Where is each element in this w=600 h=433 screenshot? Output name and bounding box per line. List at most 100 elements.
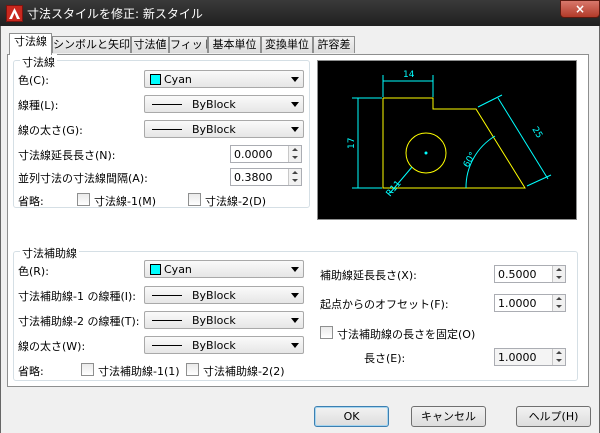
tab-primary-units[interactable]: 基本単位 (208, 36, 261, 53)
preview-dim-slant: 25 (529, 125, 544, 140)
ext-lineweight-label: 線の太さ(W): (18, 340, 86, 353)
dialog-body: 寸法線 シンボルと矢印 寸法値 フィット 基本単位 変換単位 許容差 寸法線 色… (0, 26, 600, 433)
offset-from-origin-label: 起点からのオフセット(F): (320, 298, 449, 311)
line-sample-icon (152, 295, 182, 296)
fixed-length-label: 長さ(E): (364, 352, 406, 365)
ext-suppress-label: 省略: (18, 365, 44, 378)
dim-lineweight-dropdown[interactable]: ByBlock (144, 120, 304, 138)
dropdown-arrow-icon (291, 267, 299, 272)
tab-tolerances[interactable]: 許容差 (313, 36, 355, 53)
fixed-length-value: 1.0000 (498, 351, 537, 364)
baseline-spacing-label: 並列寸法の寸法線間隔(A): (18, 172, 148, 185)
dim-lineweight-label: 線の太さ(G): (18, 124, 83, 137)
tab-dimension-lines[interactable]: 寸法線 (9, 33, 52, 55)
spin-up-icon[interactable] (288, 169, 301, 177)
ext-linetype1-value: ByBlock (192, 289, 236, 302)
extend-beyond-ticks-label: 寸法線延長長さ(N): (18, 149, 116, 162)
dim-color-label: 色(C): (18, 74, 49, 87)
spin-down-icon[interactable] (552, 274, 565, 282)
ext-linetype2-value: ByBlock (192, 314, 236, 327)
ext-linetype1-dropdown[interactable]: ByBlock (144, 286, 304, 304)
title-bar: 寸法スタイルを修正: 新スタイル × (0, 0, 600, 26)
suppress-ext-line-2-label[interactable]: 寸法補助線-2(2) (203, 363, 285, 379)
spin-up-icon[interactable] (552, 295, 565, 303)
line-sample-icon (152, 320, 182, 321)
extend-beyond-dim-lines-label: 補助線延長長さ(X): (320, 269, 417, 282)
spin-down-icon[interactable] (552, 357, 565, 365)
offset-from-origin-spinner[interactable]: 1.0000 (494, 294, 566, 312)
suppress-ext-line-1-checkbox[interactable] (81, 363, 94, 376)
preview-geometry (382, 97, 526, 189)
preview-dim-top: 14 (403, 70, 415, 80)
spin-down-icon[interactable] (288, 154, 301, 162)
suppress-dim-line-2-checkbox[interactable] (188, 193, 201, 206)
baseline-spacing-spinner[interactable]: 0.3800 (230, 168, 302, 186)
dropdown-arrow-icon (291, 318, 299, 323)
spin-up-icon[interactable] (552, 349, 565, 357)
preview-dim-left: 17 (347, 138, 357, 149)
group-title-dimension-lines: 寸法線 (20, 54, 57, 70)
line-sample-icon (152, 345, 182, 346)
extend-beyond-ticks-spinner[interactable]: 0.0000 (230, 145, 302, 163)
line-sample-icon (152, 104, 182, 105)
ext-linetype2-dropdown[interactable]: ByBlock (144, 311, 304, 329)
ext-color-value: Cyan (164, 263, 192, 276)
dropdown-arrow-icon (291, 77, 299, 82)
ext-linetype1-label: 寸法補助線-1 の線種(I): (18, 290, 136, 303)
dropdown-arrow-icon (291, 293, 299, 298)
cyan-swatch-icon (150, 264, 161, 275)
extend-beyond-dim-lines-value: 0.5000 (498, 268, 537, 281)
suppress-dim-line-1-checkbox[interactable] (77, 193, 90, 206)
window-title: 寸法スタイルを修正: 新スタイル (27, 7, 203, 21)
suppress-dim-line-2-label[interactable]: 寸法線-2(D) (205, 193, 266, 209)
spin-down-icon[interactable] (288, 177, 301, 185)
cancel-button[interactable]: キャンセル (411, 406, 486, 427)
close-button[interactable]: × (560, 0, 600, 18)
suppress-ext-line-2-checkbox[interactable] (186, 363, 199, 376)
tab-text[interactable]: 寸法値 (131, 36, 169, 53)
tab-alternate-units[interactable]: 変換単位 (261, 36, 313, 53)
spin-down-icon[interactable] (552, 303, 565, 311)
dimension-lines-group: 寸法線 色(C): Cyan 線種(L): ByBlock 線の太さ(G): B… (13, 54, 310, 209)
dim-color-dropdown[interactable]: Cyan (144, 70, 304, 88)
ext-color-label: 色(R): (18, 265, 49, 278)
dropdown-arrow-icon (291, 343, 299, 348)
cyan-swatch-icon (150, 74, 161, 85)
offset-from-origin-value: 1.0000 (498, 297, 537, 310)
suppress-dim-line-1-label[interactable]: 寸法線-1(M) (94, 193, 156, 209)
fixed-length-ext-lines-checkbox[interactable] (320, 326, 333, 339)
ext-lineweight-dropdown[interactable]: ByBlock (144, 336, 304, 354)
spin-up-icon[interactable] (288, 146, 301, 154)
line-sample-icon (152, 129, 182, 130)
preview-dim-radius: R11 (385, 179, 404, 199)
baseline-spacing-value: 0.3800 (234, 171, 273, 184)
dimension-style-preview: 14 17 25 60° R11 (317, 60, 577, 220)
ext-linetype2-label: 寸法補助線-2 の線種(T): (18, 315, 140, 328)
tab-symbols-arrows[interactable]: シンボルと矢印 (52, 36, 131, 53)
dim-lineweight-value: ByBlock (192, 123, 236, 136)
tab-panel: 寸法線 色(C): Cyan 線種(L): ByBlock 線の太さ(G): B… (7, 54, 589, 387)
dropdown-arrow-icon (291, 127, 299, 132)
dim-linetype-value: ByBlock (192, 98, 236, 111)
dropdown-arrow-icon (291, 102, 299, 107)
extend-beyond-ticks-value: 0.0000 (234, 148, 273, 161)
ok-button[interactable]: OK (314, 406, 389, 427)
preview-drawing: 14 17 25 60° R11 (347, 70, 552, 199)
dim-linetype-label: 線種(L): (18, 99, 59, 112)
suppress-ext-line-1-label[interactable]: 寸法補助線-1(1) (98, 363, 180, 379)
spin-up-icon[interactable] (552, 266, 565, 274)
dim-color-value: Cyan (164, 73, 192, 86)
fixed-length-spinner[interactable]: 1.0000 (494, 348, 566, 366)
ext-lineweight-value: ByBlock (192, 339, 236, 352)
dim-linetype-dropdown[interactable]: ByBlock (144, 95, 304, 113)
autocad-logo-icon (6, 5, 23, 22)
group-title-extension-lines: 寸法補助線 (20, 245, 79, 261)
extend-beyond-dim-lines-spinner[interactable]: 0.5000 (494, 265, 566, 283)
fixed-length-ext-lines-label[interactable]: 寸法補助線の長さを固定(O) (337, 326, 475, 342)
ext-color-dropdown[interactable]: Cyan (144, 260, 304, 278)
help-button[interactable]: ヘルプ(H) (516, 406, 591, 427)
extension-lines-group: 寸法補助線 色(R): Cyan 寸法補助線-1 の線種(I): ByBlock… (13, 245, 578, 381)
tab-fit[interactable]: フィット (169, 36, 208, 53)
dim-suppress-label: 省略: (18, 195, 44, 208)
preview-dimensions (352, 75, 552, 194)
